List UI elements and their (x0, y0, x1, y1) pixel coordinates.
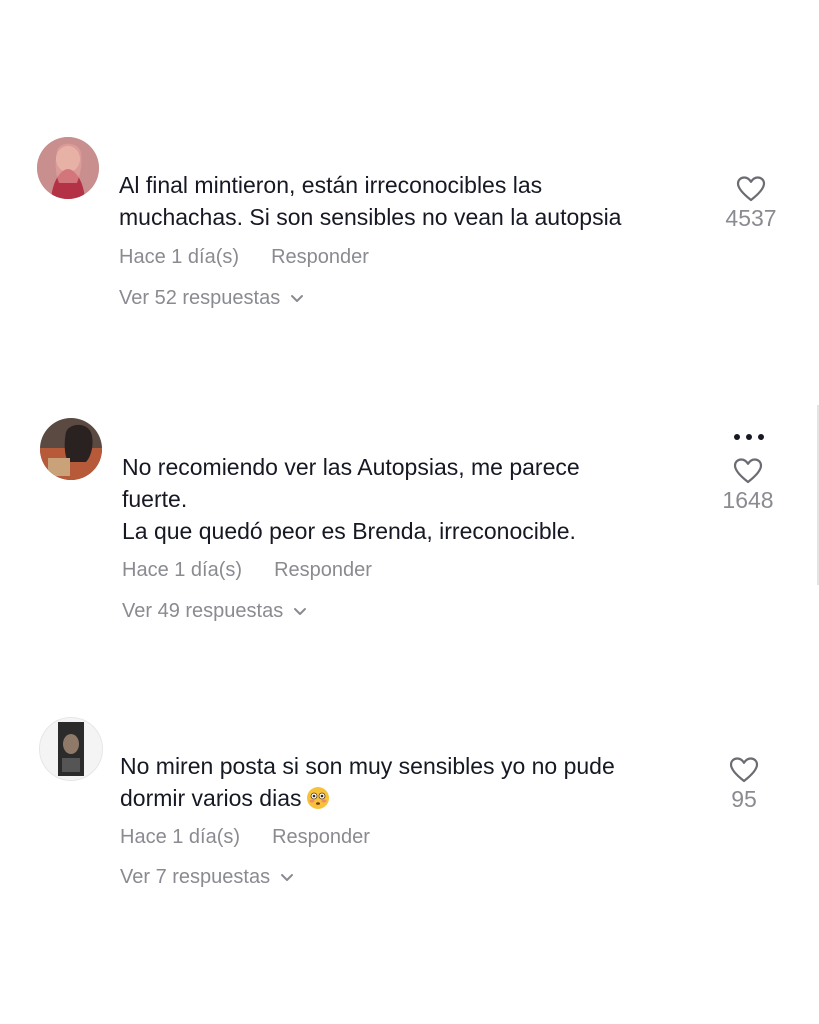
avatar[interactable] (40, 418, 102, 480)
comment-text: No miren posta si son muy sensibles yo n… (120, 750, 615, 814)
comment-time: Hace 1 día(s) (120, 826, 241, 848)
like-section: 1648 (708, 457, 788, 514)
view-replies-label: Ver 52 respuestas (119, 287, 281, 309)
more-options-icon[interactable] (730, 430, 770, 444)
reply-button[interactable]: Responder (272, 826, 370, 849)
view-replies-button[interactable]: Ver 52 respuestas (119, 287, 304, 310)
view-replies-button[interactable]: Ver 7 respuestas (120, 866, 294, 889)
comment-time: Hace 1 día(s) (119, 246, 240, 268)
reply-button[interactable]: Responder (274, 559, 372, 582)
heart-outline-icon[interactable] (736, 175, 766, 203)
like-section: 95 (704, 756, 784, 813)
chevron-down-icon (293, 607, 307, 617)
user-avatar-photo (40, 418, 102, 480)
like-count: 95 (731, 786, 757, 812)
comment-text-body: No miren posta si son muy sensibles yo n… (120, 753, 615, 811)
flushed-face-emoji (306, 786, 330, 810)
user-avatar-photo (40, 718, 102, 780)
heart-outline-icon[interactable] (729, 756, 759, 784)
chevron-down-icon (280, 873, 294, 883)
comment-meta: Hace 1 día(s) Responder (119, 246, 369, 269)
comment-meta: Hace 1 día(s) Responder (120, 826, 370, 849)
view-replies-button[interactable]: Ver 49 respuestas (122, 600, 307, 623)
user-avatar-photo (37, 137, 99, 199)
like-count: 1648 (722, 487, 774, 513)
chevron-down-icon (290, 294, 304, 304)
comment-time: Hace 1 día(s) (122, 559, 243, 581)
reply-button[interactable]: Responder (271, 246, 369, 269)
comment-text: Al final mintieron, están irreconocibles… (119, 172, 622, 230)
comment-text: No recomiendo ver las Autopsias, me pare… (122, 454, 580, 544)
view-replies-label: Ver 7 respuestas (120, 866, 271, 888)
avatar[interactable] (39, 717, 103, 781)
like-section: 4537 (711, 175, 791, 232)
heart-outline-icon[interactable] (733, 457, 763, 485)
avatar[interactable] (37, 137, 99, 199)
comment-meta: Hace 1 día(s) Responder (122, 559, 372, 582)
view-replies-label: Ver 49 respuestas (122, 600, 284, 622)
like-count: 4537 (725, 205, 777, 231)
